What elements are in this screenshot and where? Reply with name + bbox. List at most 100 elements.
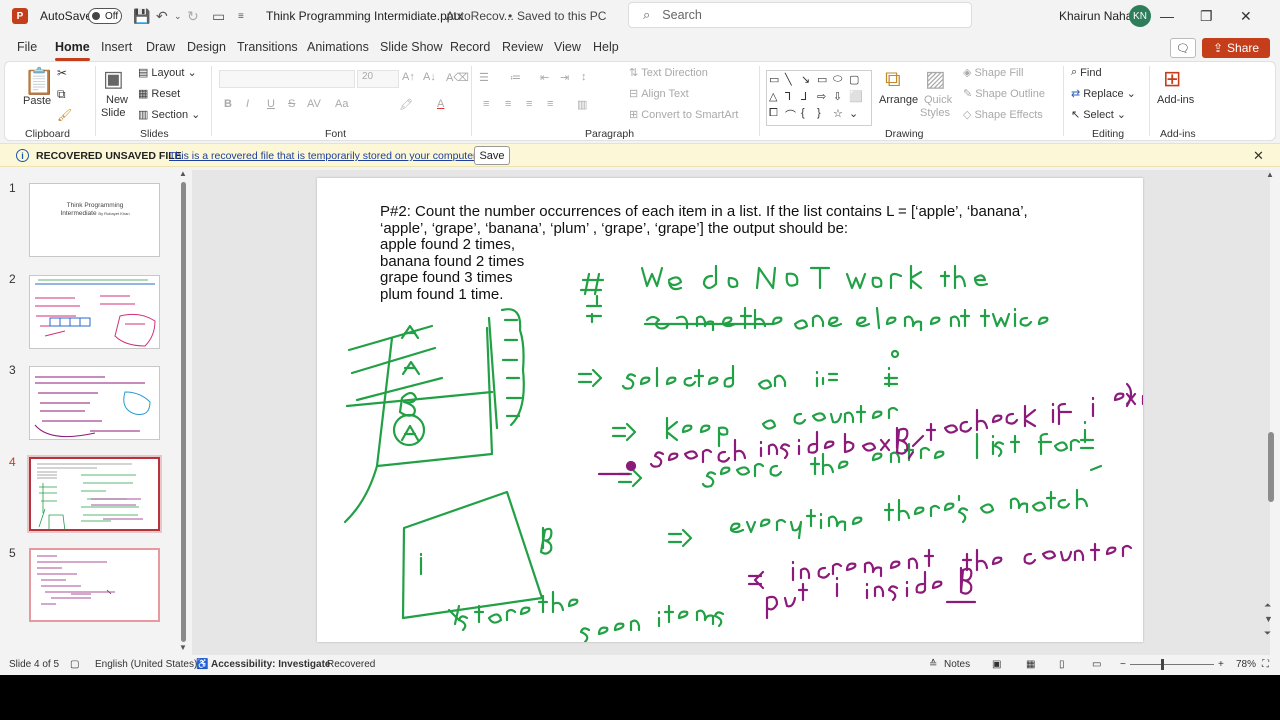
- font-family-dropdown[interactable]: [219, 70, 355, 88]
- infobar-save-button[interactable]: Save: [474, 146, 510, 165]
- font-size-dropdown[interactable]: 20: [357, 70, 399, 88]
- tab-slide-show[interactable]: Slide Show: [380, 36, 443, 60]
- arrow-line-shape-icon[interactable]: ↘: [801, 73, 817, 90]
- arrange-button[interactable]: Arrange: [879, 94, 918, 106]
- tab-design[interactable]: Design: [187, 36, 226, 60]
- present-icon[interactable]: ▭: [212, 0, 225, 32]
- current-slide[interactable]: P#2: Count the number occurrences of eac…: [317, 178, 1143, 642]
- normal-view-icon[interactable]: ▣: [992, 659, 1001, 670]
- replace-button[interactable]: ⇄ Replace ⌄: [1071, 87, 1136, 101]
- infobar-message-link[interactable]: This is a recovered file that is tempora…: [169, 150, 479, 162]
- shape-outline-button[interactable]: ✎ Shape Outline: [963, 87, 1045, 101]
- slide-sorter-icon[interactable]: ▦: [1026, 659, 1035, 670]
- rounded-rect-shape-icon[interactable]: ▢: [849, 73, 865, 90]
- user-name[interactable]: Khairun Nahar: [1059, 0, 1136, 32]
- scroll-down-icon[interactable]: ▼: [179, 643, 187, 652]
- font-color-icon[interactable]: A: [437, 98, 444, 110]
- accessibility-status[interactable]: Accessibility: Investigate: [211, 659, 331, 670]
- shapes-gallery[interactable]: ▭ ╲ ↘ ▭ ⬭ ▢ △ ⅂ ⅃ ⇨ ⇩ ⬜ ⧠ ⌒{} ☆ ⌄: [766, 70, 872, 126]
- curve-shape-icon[interactable]: ⌒: [785, 107, 801, 124]
- reset-button[interactable]: ▦ Reset: [138, 87, 180, 101]
- textbox-shape-icon[interactable]: ▭: [769, 73, 785, 90]
- slide-scrollbar[interactable]: ▲: [1266, 170, 1276, 652]
- slide-thumbnail-2[interactable]: [29, 275, 160, 349]
- fit-slide-icon[interactable]: ⛶: [1262, 659, 1269, 670]
- process-shape-icon[interactable]: ⧠: [769, 107, 785, 124]
- flowchart-shape-icon[interactable]: ⬜: [849, 90, 865, 107]
- select-button[interactable]: ↖ Select ⌄: [1071, 108, 1126, 122]
- justify-icon[interactable]: ≡: [547, 98, 553, 110]
- columns-icon[interactable]: ▥: [577, 98, 587, 111]
- tab-draw[interactable]: Draw: [146, 36, 175, 60]
- smartart-button[interactable]: ⊞ Convert to SmartArt: [629, 108, 738, 122]
- rectangle-shape-icon[interactable]: ▭: [817, 73, 833, 90]
- quick-styles-icon[interactable]: ▨: [925, 66, 946, 92]
- line-spacing-icon[interactable]: ↕: [581, 71, 587, 83]
- zoom-slider[interactable]: [1130, 664, 1214, 665]
- strikethrough-button[interactable]: S: [288, 98, 295, 110]
- slide-thumbnail-5[interactable]: [29, 548, 160, 622]
- next-slide-icon[interactable]: ⏷: [1264, 628, 1271, 639]
- zoom-in-icon[interactable]: +: [1218, 659, 1224, 670]
- section-button[interactable]: ▥ Section ⌄: [138, 108, 200, 122]
- language-indicator[interactable]: English (United States): [95, 659, 197, 670]
- customize-qat-icon[interactable]: ≡: [238, 0, 244, 32]
- add-ins-icon[interactable]: ⊞: [1163, 66, 1181, 92]
- scroll-up-icon[interactable]: ▲: [1266, 170, 1274, 179]
- thumbnails-scrollbar[interactable]: ▲ ▼: [179, 169, 187, 652]
- align-text-button[interactable]: ⊟ Align Text: [629, 87, 689, 101]
- slide-show-icon[interactable]: ▭: [1092, 659, 1101, 670]
- clear-format-icon[interactable]: A⌫: [446, 71, 469, 84]
- elbow-shape-icon[interactable]: ⅃: [801, 90, 817, 107]
- undo-icon[interactable]: ↶: [156, 0, 168, 32]
- tab-view[interactable]: View: [554, 36, 581, 60]
- bold-button[interactable]: B: [224, 98, 232, 110]
- underline-button[interactable]: U: [267, 98, 275, 110]
- autosave-toggle[interactable]: Off: [88, 8, 122, 24]
- undo-dropdown-icon[interactable]: ⌄: [174, 0, 182, 32]
- increase-indent-icon[interactable]: ⇥: [560, 71, 569, 84]
- scrollbar-thumb[interactable]: [1268, 432, 1274, 502]
- tab-insert[interactable]: Insert: [101, 36, 132, 60]
- slide-thumbnail-3[interactable]: [29, 366, 160, 440]
- tab-transitions[interactable]: Transitions: [237, 36, 298, 60]
- more-shapes-icon[interactable]: ⌄: [849, 107, 865, 124]
- connector-shape-icon[interactable]: ⅂: [785, 90, 801, 107]
- redo-icon[interactable]: ↻: [187, 0, 199, 32]
- copy-icon[interactable]: ⧉: [57, 87, 66, 102]
- save-icon[interactable]: 💾: [133, 0, 150, 32]
- italic-button[interactable]: I: [246, 98, 249, 110]
- tab-record[interactable]: Record: [450, 36, 490, 60]
- accessibility-icon[interactable]: ♿: [196, 659, 208, 670]
- arrange-icon[interactable]: ⧉: [885, 66, 901, 92]
- change-case-icon[interactable]: Aa: [335, 98, 348, 110]
- tab-animations[interactable]: Animations: [307, 36, 369, 60]
- scrollbar-thumb[interactable]: [181, 182, 186, 642]
- tab-file[interactable]: File: [17, 36, 37, 60]
- zoom-out-icon[interactable]: −: [1120, 659, 1126, 670]
- new-slide-label-2[interactable]: Slide: [101, 107, 125, 119]
- new-slide-icon[interactable]: ▣: [103, 66, 124, 92]
- char-spacing-button[interactable]: AV: [307, 98, 321, 110]
- highlight-icon[interactable]: 🖍: [399, 98, 413, 111]
- search-box[interactable]: ⌕ Search: [628, 2, 972, 28]
- star-shape-icon[interactable]: ☆: [833, 107, 849, 124]
- right-arrow-shape-icon[interactable]: ⇨: [817, 90, 833, 107]
- tab-home[interactable]: Home: [55, 36, 90, 61]
- tab-help[interactable]: Help: [593, 36, 619, 60]
- scroll-down-icon[interactable]: ▼: [1264, 614, 1273, 624]
- close-icon[interactable]: ✕: [1253, 148, 1264, 164]
- shape-effects-button[interactable]: ◇ Shape Effects: [963, 108, 1043, 122]
- slide-thumbnail-1[interactable]: Think Programming Intermediate By Rubaye…: [29, 183, 160, 257]
- avatar[interactable]: KN: [1129, 5, 1151, 27]
- text-direction-button[interactable]: ⇅ Text Direction: [629, 66, 708, 80]
- bullets-icon[interactable]: ☰: [479, 71, 489, 84]
- oval-shape-icon[interactable]: ⬭: [833, 73, 849, 90]
- quick-styles-label-2[interactable]: Styles: [920, 107, 950, 119]
- maximize-icon[interactable]: ❐: [1200, 0, 1240, 32]
- scroll-up-icon[interactable]: ▲: [179, 169, 187, 178]
- tab-review[interactable]: Review: [502, 36, 543, 60]
- reading-view-icon[interactable]: ▯: [1059, 659, 1065, 670]
- numbering-icon[interactable]: ≔: [510, 71, 521, 84]
- line-shape-icon[interactable]: ╲: [785, 73, 801, 90]
